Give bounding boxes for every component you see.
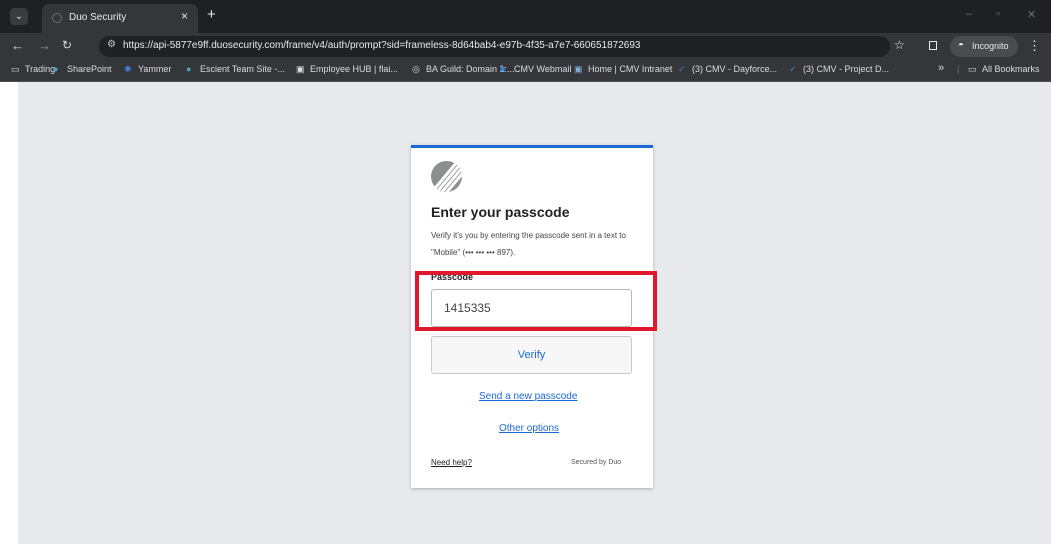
duo-auth-card: Enter your passcode Verify it's you by e…: [411, 145, 653, 488]
kebab-menu-icon[interactable]: ⋮: [1028, 38, 1041, 54]
bookmark-label: SharePoint: [67, 64, 112, 74]
minimize-icon[interactable]: –: [966, 8, 972, 20]
bookmark-label: Home | CMV Intranet: [588, 64, 673, 74]
browser-tab-strip: ⌄ Duo Security × + – ▫ ✕: [0, 0, 1051, 33]
sharepoint-icon: ●: [186, 64, 192, 74]
bookmarks-divider: |: [957, 64, 960, 74]
other-options-link[interactable]: Other options: [499, 423, 559, 434]
yammer-icon: ✱: [124, 64, 132, 74]
folder-icon: ▭: [11, 64, 20, 74]
reload-icon[interactable]: ↻: [62, 38, 72, 52]
site-info-icon[interactable]: ⚙: [107, 39, 116, 50]
folder-icon: ▭: [968, 64, 977, 74]
check-icon: ✓: [789, 64, 797, 74]
maximize-icon[interactable]: ▫: [996, 8, 1000, 20]
bookmark-label: Trading: [25, 64, 56, 74]
need-help-link[interactable]: Need help?: [431, 458, 472, 467]
close-window-icon[interactable]: ✕: [1027, 8, 1036, 21]
browser-toolbar: ← → ↻ ⚙ https://api-5877e9ff.duosecurity…: [0, 33, 1051, 60]
passcode-input[interactable]: [431, 289, 632, 327]
mail-icon: ■: [500, 64, 506, 74]
incognito-badge[interactable]: ◓ Incognito: [950, 36, 1018, 57]
incognito-label: Incognito: [972, 41, 1009, 51]
intranet-icon: ▣: [574, 64, 583, 74]
bookmark-item[interactable]: ● Escient Team Site -...: [186, 64, 285, 74]
bookmark-item[interactable]: ● SharePoint: [53, 64, 112, 74]
incognito-icon: ◓: [958, 40, 965, 51]
new-tab-button[interactable]: +: [207, 6, 216, 23]
page-background: Enter your passcode Verify it's you by e…: [18, 82, 1051, 544]
sharepoint-icon: ●: [53, 64, 59, 74]
bookmark-star-icon[interactable]: ☆: [894, 38, 905, 52]
bookmark-item[interactable]: ■ CMV Webmail: [500, 64, 571, 74]
bookmark-label: Yammer: [138, 64, 172, 74]
tab-search-chevron-icon[interactable]: ⌄: [10, 8, 28, 25]
url-text: https://api-5877e9ff.duosecurity.com/fra…: [123, 40, 641, 51]
page-title: Enter your passcode: [431, 204, 570, 220]
bookmark-item[interactable]: ✱ Yammer: [124, 64, 171, 75]
bookmark-label: (3) CMV - Project D...: [803, 64, 890, 74]
tab-title: Duo Security: [69, 12, 127, 23]
bookmark-label: Escient Team Site -...: [200, 64, 285, 74]
bookmark-item[interactable]: ▭ Trading: [11, 64, 55, 75]
bookmark-label: CMV Webmail: [514, 64, 572, 74]
bookmark-item[interactable]: ▣ Employee HUB | flai...: [296, 64, 398, 75]
image-icon: ▣: [296, 64, 305, 74]
verify-button[interactable]: Verify: [431, 336, 632, 374]
secured-by-duo-text: Secured by Duo: [571, 459, 622, 466]
all-bookmarks-button[interactable]: ▭ All Bookmarks: [968, 64, 1040, 75]
duo-logo-icon: [431, 161, 462, 192]
tab-favicon-icon: [52, 13, 62, 23]
forward-arrow-icon[interactable]: →: [38, 38, 51, 53]
back-arrow-icon[interactable]: ←: [11, 38, 24, 53]
passcode-description: Verify it's you by entering the passcode…: [431, 231, 626, 257]
bookmarks-overflow-button[interactable]: »: [938, 62, 944, 74]
bookmarks-bar: ▭ Trading ● SharePoint ✱ Yammer ● Escient Te…: [0, 60, 1051, 82]
side-panel-icon[interactable]: [929, 41, 937, 50]
bookmark-item[interactable]: ✓ (3) CMV - Project D...: [789, 64, 889, 75]
check-icon: ✓: [678, 64, 686, 74]
bookmark-label: Employee HUB | flai...: [310, 64, 398, 74]
tab-close-icon[interactable]: ×: [181, 9, 188, 23]
all-bookmarks-label: All Bookmarks: [982, 64, 1040, 74]
send-new-passcode-link[interactable]: Send a new passcode: [479, 391, 577, 402]
bookmark-label: (3) CMV - Dayforce...: [692, 64, 778, 74]
bookmark-item[interactable]: ✓ (3) CMV - Dayforce...: [678, 64, 777, 75]
address-bar[interactable]: ⚙ https://api-5877e9ff.duosecurity.com/f…: [99, 36, 890, 57]
tab-duo-security[interactable]: Duo Security ×: [42, 4, 198, 33]
globe-icon: ◎: [412, 64, 420, 74]
passcode-label: Passcode: [431, 272, 474, 282]
bookmark-item[interactable]: ▣ Home | CMV Intranet: [574, 64, 672, 75]
